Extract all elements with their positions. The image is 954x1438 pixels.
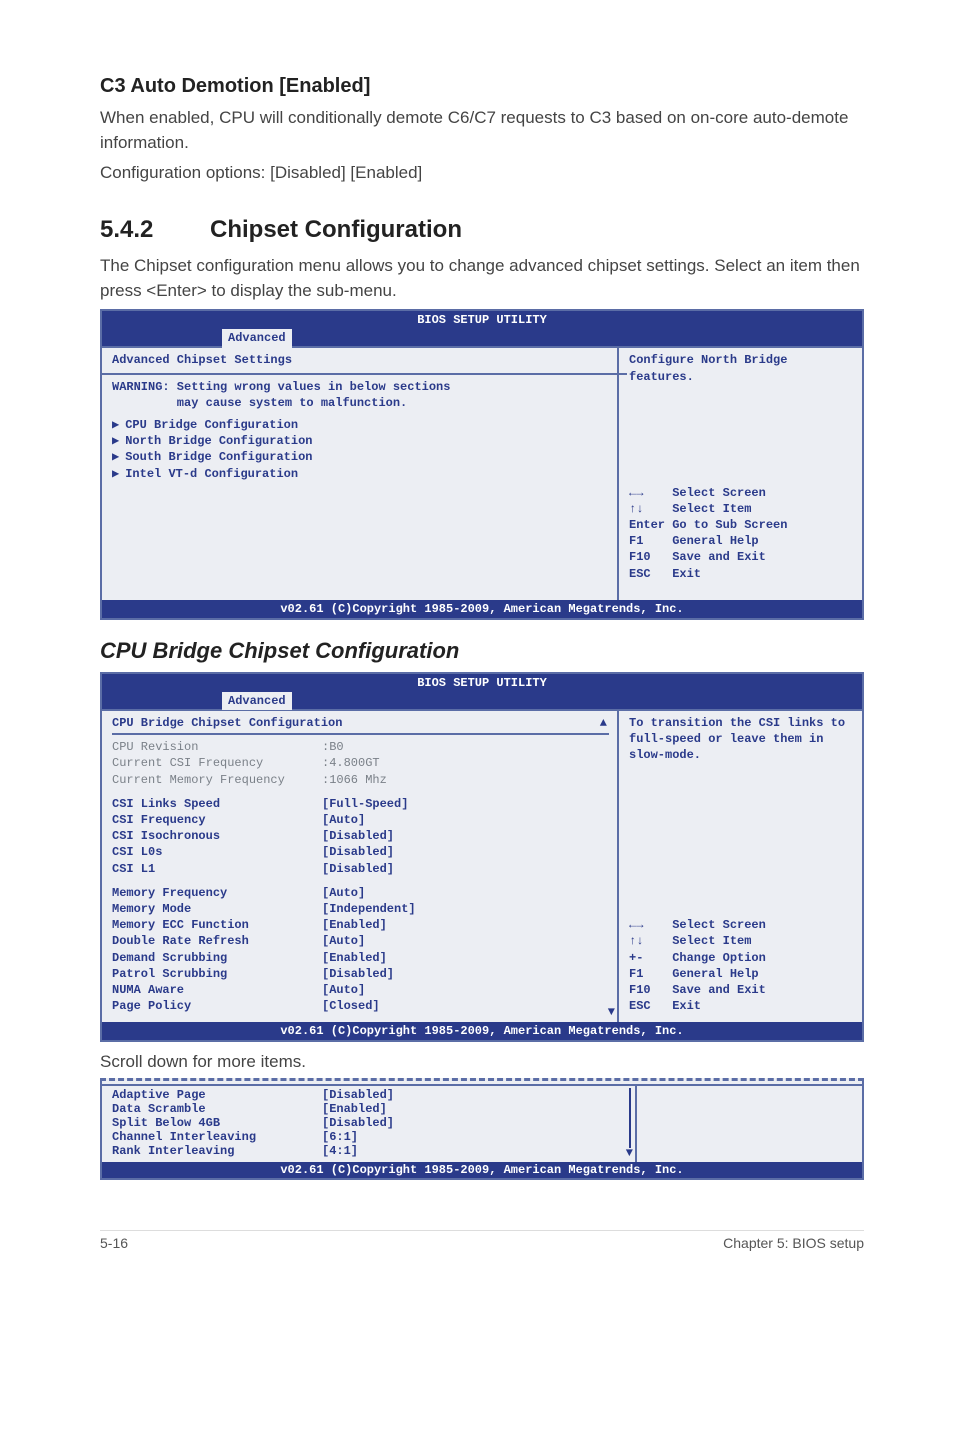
scrollbar-mark: [629, 1088, 631, 1148]
bios-screen-continuation: Adaptive Page[Disabled] Data Scramble[En…: [100, 1078, 864, 1180]
scroll-down-icon: ▼: [626, 1146, 633, 1160]
key-select-item: ↑↓ Select Item: [629, 933, 854, 949]
info-mem-freq: Current Memory Frequency:1066 Mhz: [112, 772, 609, 788]
para-542: The Chipset configuration menu allows yo…: [100, 254, 864, 303]
bios-screen-acs: BIOS SETUP UTILITY Advanced Advanced Chi…: [100, 309, 864, 620]
opt-demand-scrubbing[interactable]: Demand Scrubbing[Enabled]: [112, 950, 609, 966]
scroll-down-icon: ▼: [608, 1004, 615, 1020]
triangle-right-icon: ▶: [112, 434, 119, 448]
help-text: Configure North Bridge features.: [629, 352, 854, 384]
bios-footer: v02.61 (C)Copyright 1985-2009, American …: [102, 1162, 862, 1178]
bios-left-panel: Advanced Chipset Settings WARNING: Setti…: [102, 348, 619, 599]
key-legend: ←→ Select Screen ↑↓ Select Item +- Chang…: [629, 917, 854, 1014]
bios-left-panel: CPU Bridge Chipset Configuration ▲ CPU R…: [102, 711, 619, 1022]
scroll-up-icon: ▲: [600, 715, 607, 731]
bios-left-panel: Adaptive Page[Disabled] Data Scramble[En…: [102, 1086, 637, 1162]
bios-tabrow: Advanced: [102, 329, 862, 346]
menu-item-intel-vtd[interactable]: ▶Intel VT-d Configuration: [112, 466, 609, 482]
help-text: To transition the CSI links to full-spee…: [629, 715, 854, 764]
key-select-item: ↑↓ Select Item: [629, 501, 854, 517]
key-select-screen: ←→ Select Screen: [629, 917, 854, 933]
info-cpu-revision: CPU Revision:B0: [112, 739, 609, 755]
heading-c3: C3 Auto Demotion [Enabled]: [100, 75, 864, 98]
opt-csi-isochronous[interactable]: CSI Isochronous[Disabled]: [112, 828, 609, 844]
para-c3-1: When enabled, CPU will conditionally dem…: [100, 106, 864, 155]
bios-title: BIOS SETUP UTILITY: [102, 674, 862, 692]
bios-right-panel: [637, 1086, 862, 1162]
key-esc: ESC Exit: [629, 566, 854, 582]
opt-page-policy[interactable]: Page Policy[Closed]: [112, 998, 609, 1014]
bios-title: BIOS SETUP UTILITY: [102, 311, 862, 329]
acs-heading: Advanced Chipset Settings: [112, 352, 609, 368]
opt-memory-frequency[interactable]: Memory Frequency[Auto]: [112, 885, 609, 901]
info-csi-freq: Current CSI Frequency:4.800GT: [112, 755, 609, 771]
heading-542-title: Chipset Configuration: [210, 216, 462, 243]
opt-rank-interleaving[interactable]: Rank Interleaving[4:1]: [112, 1144, 627, 1158]
key-f1: F1 General Help: [629, 533, 854, 549]
key-change-option: +- Change Option: [629, 950, 854, 966]
triangle-right-icon: ▶: [112, 450, 119, 464]
bios-footer: v02.61 (C)Copyright 1985-2009, American …: [102, 600, 862, 618]
page-number: 5-16: [100, 1235, 128, 1251]
opt-channel-interleaving[interactable]: Channel Interleaving[6:1]: [112, 1130, 627, 1144]
tab-advanced[interactable]: Advanced: [222, 329, 292, 347]
key-select-screen: ←→ Select Screen: [629, 485, 854, 501]
heading-cpu-bridge: CPU Bridge Chipset Configuration: [100, 638, 864, 664]
warning-line-2: may cause system to malfunction.: [112, 395, 609, 411]
menu-item-cpu-bridge[interactable]: ▶CPU Bridge Configuration: [112, 417, 609, 433]
bios-right-panel: To transition the CSI links to full-spee…: [619, 711, 862, 1022]
tab-advanced[interactable]: Advanced: [222, 692, 292, 710]
opt-patrol-scrubbing[interactable]: Patrol Scrubbing[Disabled]: [112, 966, 609, 982]
opt-memory-mode[interactable]: Memory Mode[Independent]: [112, 901, 609, 917]
scroll-note: Scroll down for more items.: [100, 1052, 864, 1072]
menu-item-north-bridge[interactable]: ▶North Bridge Configuration: [112, 433, 609, 449]
key-legend: ←→ Select Screen ↑↓ Select Item Enter Go…: [629, 485, 854, 592]
opt-csi-l1[interactable]: CSI L1[Disabled]: [112, 861, 609, 877]
menu-item-south-bridge[interactable]: ▶South Bridge Configuration: [112, 449, 609, 465]
opt-numa-aware[interactable]: NUMA Aware[Auto]: [112, 982, 609, 998]
dashed-divider-icon: [100, 1078, 864, 1081]
page-footer: 5-16 Chapter 5: BIOS setup: [100, 1230, 864, 1251]
key-esc: ESC Exit: [629, 998, 854, 1014]
bios-screen-cpu-bridge: BIOS SETUP UTILITY Advanced CPU Bridge C…: [100, 672, 864, 1043]
key-f10: F10 Save and Exit: [629, 982, 854, 998]
triangle-right-icon: ▶: [112, 418, 119, 432]
cpu-bridge-heading: CPU Bridge Chipset Configuration ▲: [112, 715, 609, 735]
key-enter: Enter Go to Sub Screen: [629, 517, 854, 533]
opt-double-rate-refresh[interactable]: Double Rate Refresh[Auto]: [112, 933, 609, 949]
bios-footer: v02.61 (C)Copyright 1985-2009, American …: [102, 1022, 862, 1040]
triangle-right-icon: ▶: [112, 467, 119, 481]
bios-tabrow: Advanced: [102, 692, 862, 709]
opt-adaptive-page[interactable]: Adaptive Page[Disabled]: [112, 1088, 627, 1102]
opt-data-scramble[interactable]: Data Scramble[Enabled]: [112, 1102, 627, 1116]
opt-split-below-4gb[interactable]: Split Below 4GB[Disabled]: [112, 1116, 627, 1130]
opt-memory-ecc[interactable]: Memory ECC Function[Enabled]: [112, 917, 609, 933]
opt-csi-frequency[interactable]: CSI Frequency[Auto]: [112, 812, 609, 828]
key-f10: F10 Save and Exit: [629, 549, 854, 565]
opt-csi-links-speed[interactable]: CSI Links Speed[Full-Speed]: [112, 796, 609, 812]
chapter-label: Chapter 5: BIOS setup: [723, 1235, 864, 1251]
heading-542-number: 5.4.2: [100, 216, 210, 244]
opt-csi-l0s[interactable]: CSI L0s[Disabled]: [112, 844, 609, 860]
para-c3-2: Configuration options: [Disabled] [Enabl…: [100, 161, 864, 186]
heading-542: 5.4.2Chipset Configuration: [100, 216, 864, 244]
warning-line-1: WARNING: Setting wrong values in below s…: [112, 379, 609, 395]
bios-right-panel: Configure North Bridge features. ←→ Sele…: [619, 348, 862, 599]
key-f1: F1 General Help: [629, 966, 854, 982]
